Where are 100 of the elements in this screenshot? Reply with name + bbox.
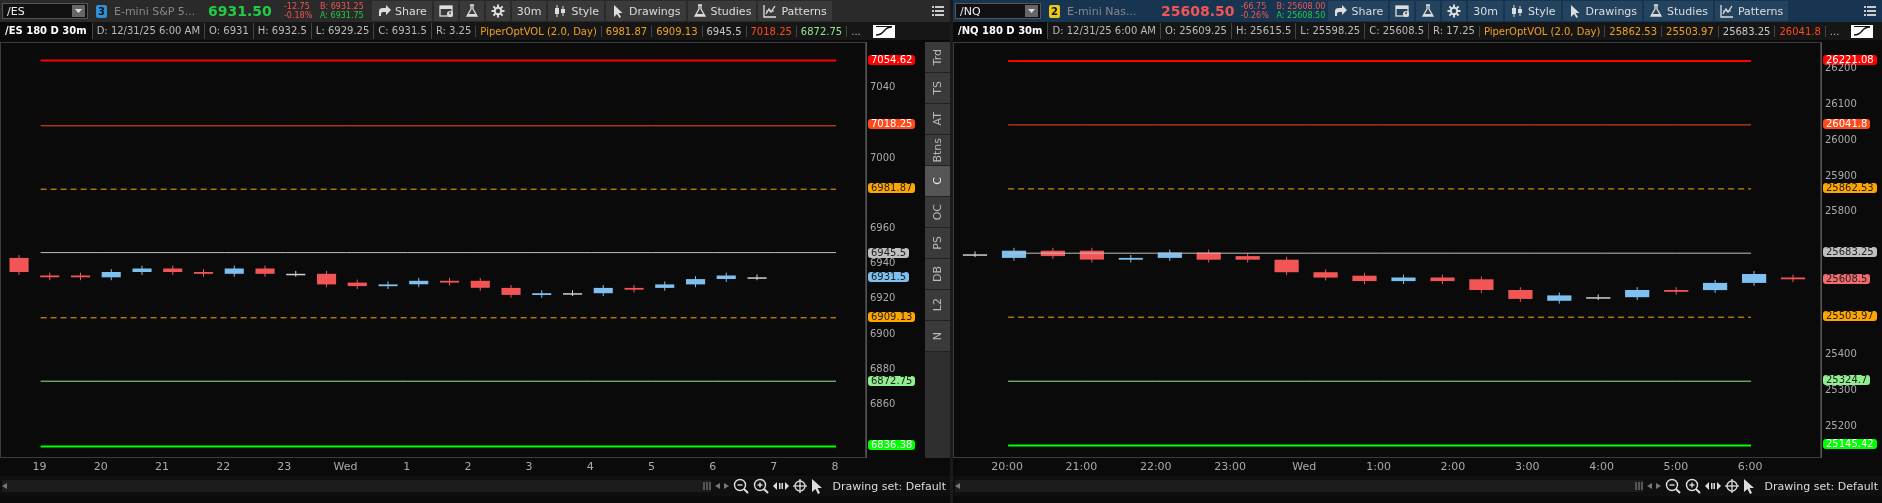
ask-price: A: 25608.50 — [1276, 11, 1327, 20]
side-tab[interactable]: Btns — [925, 135, 950, 166]
side-tab[interactable]: TS — [925, 73, 950, 104]
flask-icon — [1649, 4, 1664, 18]
price-label: 25400 — [1825, 348, 1857, 358]
price-label: 6960 — [870, 222, 896, 232]
time-label: 22:00 — [1138, 459, 1173, 475]
candle — [624, 284, 644, 294]
pointer-icon[interactable] — [810, 478, 823, 494]
patterns-button[interactable]: Patterns — [758, 1, 832, 21]
time-label: 23:00 — [1213, 459, 1247, 475]
study-name[interactable]: PiperOptVOL (2.0, Day) — [475, 25, 601, 37]
scroll-left-icon[interactable] — [714, 483, 720, 489]
style-button[interactable]: Style — [548, 1, 605, 21]
candlestick-icon — [1509, 4, 1524, 18]
price-label: 26100 — [1825, 98, 1857, 108]
crosshair-icon[interactable] — [792, 479, 807, 493]
zoom-out-icon[interactable] — [732, 478, 749, 494]
chart-title: /NQ 180 D 30m — [953, 22, 1048, 40]
scrollbar[interactable] — [955, 480, 1643, 492]
link-badge[interactable]: 2 — [1049, 4, 1060, 18]
price-badge: 25683.25 — [1823, 247, 1877, 258]
drawings-button[interactable]: Drawings — [1562, 1, 1643, 21]
ohlc-value: L: 25598.25 — [1295, 23, 1365, 39]
candle — [747, 273, 767, 281]
drawings-button[interactable]: Drawings — [606, 1, 686, 21]
candle — [563, 289, 583, 297]
side-tab[interactable]: AT — [925, 104, 950, 135]
price-badge: 6836.38 — [868, 439, 916, 450]
price-badge: 26041.8 — [1823, 118, 1871, 129]
candle — [1196, 249, 1221, 264]
side-tab[interactable]: OC — [925, 197, 950, 228]
pointer-icon[interactable] — [1742, 478, 1755, 494]
more-values[interactable]: ... — [1824, 25, 1844, 37]
time-label: Wed — [1291, 459, 1318, 475]
settings-icon — [1447, 4, 1462, 18]
studies-button[interactable]: Studies — [687, 1, 757, 21]
candle — [1313, 268, 1338, 281]
side-tab[interactable]: L2 — [925, 290, 950, 321]
drawing-set-label[interactable]: Drawing set: Default — [1764, 479, 1878, 493]
share-icon — [1333, 4, 1348, 18]
drawing-set-label[interactable]: Drawing set: Default — [832, 479, 946, 493]
time-label: 2 — [463, 459, 473, 475]
aggregation-button[interactable]: 30m — [511, 1, 547, 21]
time-label: 22 — [215, 459, 232, 475]
scroll-right-icon[interactable] — [1655, 483, 1661, 489]
percent-change: -0.18% — [283, 11, 314, 20]
time-label: 23 — [276, 459, 293, 475]
crosshair-icon[interactable] — [1724, 479, 1739, 493]
candle — [9, 254, 29, 276]
scroll-right-icon[interactable] — [723, 483, 729, 489]
candle — [593, 284, 613, 297]
link-badge[interactable]: 3 — [96, 4, 107, 18]
share-button[interactable]: Share — [371, 1, 432, 21]
menu-icon[interactable] — [1864, 6, 1876, 16]
patterns-button[interactable]: Patterns — [1714, 1, 1789, 21]
study-value: 25862.53 — [1604, 25, 1662, 37]
lab-button[interactable] — [1416, 1, 1441, 21]
settings-button[interactable] — [1442, 1, 1467, 21]
side-tab[interactable]: Trd — [925, 42, 950, 73]
studies-button[interactable]: Studies — [1644, 1, 1713, 21]
time-label: 5:00 — [1662, 459, 1690, 475]
style-button[interactable]: Style — [1504, 1, 1561, 21]
symbol-dropdown[interactable]: /NQ — [955, 3, 1041, 19]
zoom-in-icon[interactable] — [1684, 478, 1701, 494]
side-tab[interactable]: N — [925, 321, 950, 352]
candle — [132, 265, 152, 276]
scrollbar[interactable] — [2, 480, 711, 492]
expand-arrows-icon[interactable] — [772, 481, 789, 491]
scroll-left-icon — [955, 483, 960, 489]
price-label: 6880 — [870, 363, 896, 373]
scroll-left-icon[interactable] — [1646, 483, 1652, 489]
flask-icon — [464, 4, 479, 18]
more-values[interactable]: ... — [846, 25, 865, 37]
candle — [686, 275, 706, 288]
side-tab[interactable]: PS — [925, 228, 950, 259]
alerts-button[interactable] — [1390, 1, 1415, 21]
lab-button[interactable] — [459, 1, 484, 21]
settings-button[interactable] — [485, 1, 510, 21]
ohlc-value: L: 6929.25 — [310, 23, 374, 39]
zoom-out-icon[interactable] — [1664, 478, 1681, 494]
price-badge: 25862.53 — [1823, 183, 1877, 194]
time-label: 2:00 — [1439, 459, 1467, 475]
alerts-button[interactable] — [433, 1, 458, 21]
share-button[interactable]: Share — [1328, 1, 1389, 21]
side-tab[interactable]: C — [925, 166, 950, 197]
side-tab[interactable]: DB — [925, 259, 950, 290]
ohlc-value: R: 3.25 — [430, 23, 476, 39]
menu-icon[interactable] — [932, 6, 944, 16]
aggregation-button[interactable]: 30m — [1468, 1, 1503, 21]
symbol-dropdown[interactable]: /ES — [2, 3, 88, 19]
study-name[interactable]: PiperOptVOL (2.0, Day) — [1478, 25, 1605, 37]
calendar-alert-icon — [438, 4, 453, 18]
share-icon — [376, 4, 391, 18]
expand-arrows-icon[interactable] — [1704, 481, 1721, 491]
zoom-in-icon[interactable] — [752, 478, 769, 494]
ohlc-value: R: 17.25 — [1428, 23, 1479, 39]
candle — [1391, 274, 1416, 285]
candle — [1469, 275, 1494, 294]
study-value: 6872.75 — [795, 25, 847, 37]
